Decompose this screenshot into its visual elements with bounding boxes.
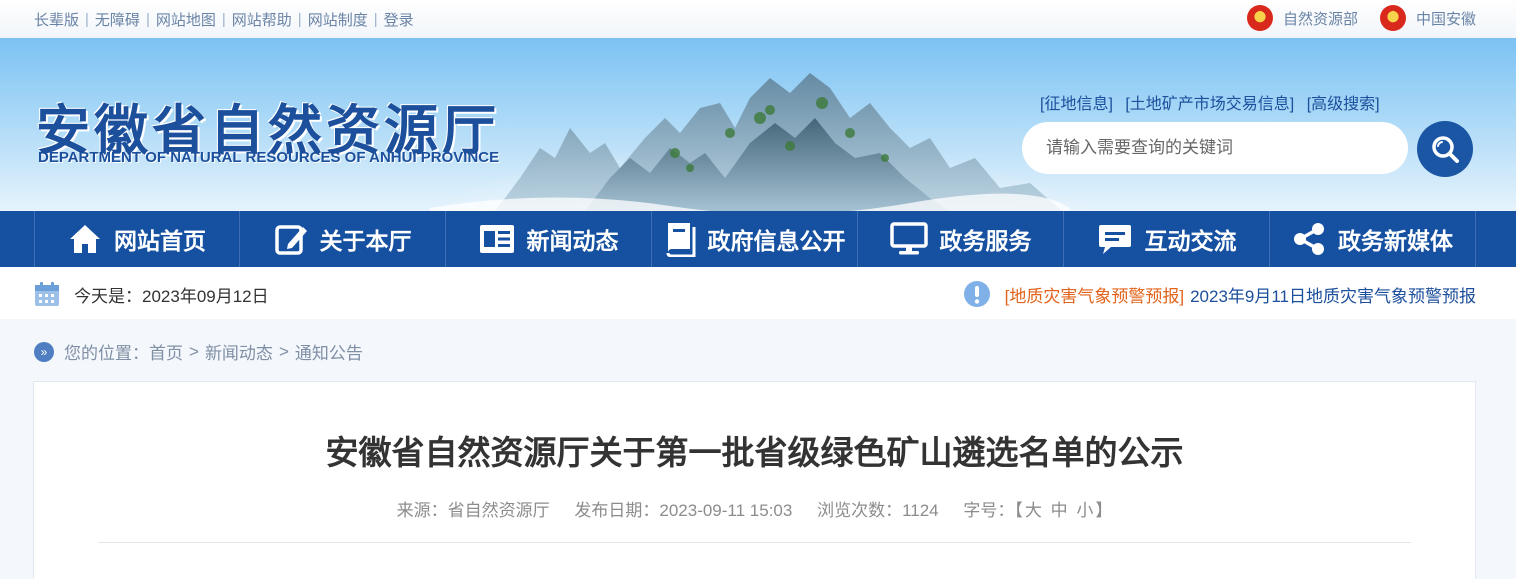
- font-size-controls: 字号：【大 中 小】: [963, 501, 1112, 520]
- warning-link[interactable]: 2023年9月11日地质灾害气象预警预报: [1190, 282, 1476, 307]
- breadcrumb-news[interactable]: 新闻动态: [205, 339, 273, 364]
- nav-item-gov-info[interactable]: 政府信息公开: [652, 211, 858, 267]
- chat-icon: [1098, 225, 1131, 254]
- top-bar: 长辈版 | 无障碍 | 网站地图 | 网站帮助 | 网站制度 | 登录 自然资源…: [0, 0, 1516, 38]
- nav-item-label: 政务服务: [939, 228, 1032, 254]
- font-size-large[interactable]: 大: [1025, 501, 1042, 520]
- nav-item-new-media[interactable]: 政务新媒体: [1270, 211, 1476, 267]
- article-views: 浏览次数：1124: [817, 501, 939, 520]
- search-icon: [1432, 136, 1459, 163]
- article-date: 发布日期：2023-09-11 15:03: [574, 501, 793, 520]
- divider: [98, 542, 1411, 543]
- breadcrumb-separator: >: [189, 341, 199, 361]
- nav-item-label: 互动交流: [1144, 228, 1237, 254]
- help-link[interactable]: 网站帮助: [232, 9, 292, 30]
- china-anhui-label: 中国安徽: [1415, 10, 1476, 28]
- mnr-label: 自然资源部: [1282, 10, 1358, 28]
- login-link[interactable]: 登录: [384, 9, 414, 30]
- exclamation-icon: [963, 281, 990, 307]
- national-emblem-icon: [1379, 5, 1406, 31]
- date-text: 今天是：2023年09月12日: [74, 286, 269, 306]
- nav-item-interaction[interactable]: 互动交流: [1064, 211, 1270, 267]
- quick-links: [征地信息] [土地矿产市场交易信息] [高级搜索]: [1040, 90, 1388, 114]
- top-links: 长辈版 | 无障碍 | 网站地图 | 网站帮助 | 网站制度 | 登录: [34, 9, 414, 30]
- divider: |: [145, 11, 150, 28]
- accessibility-link[interactable]: 无障碍: [95, 9, 140, 30]
- mountain-scenery-image: [430, 73, 1070, 211]
- header-banner: 安徽省自然资源厅 DEPARTMENT OF NATURAL RESOURCES…: [0, 38, 1516, 211]
- nav-item-label: 政务新媒体: [1338, 228, 1453, 254]
- nav-item-label: 新闻动态: [526, 228, 619, 254]
- mnr-link[interactable]: 自然资源部: [1246, 5, 1358, 31]
- nav-item-home[interactable]: 网站首页: [34, 211, 240, 267]
- home-icon: [70, 225, 100, 253]
- warning-notice[interactable]: [地质灾害气象预警预报] 2023年9月11日地质灾害气象预警预报: [963, 280, 1476, 308]
- article-title: 安徽省自然资源厅关于第一批省级绿色矿山遴选名单的公示: [325, 434, 1184, 471]
- nav-item-label: 关于本厅: [319, 228, 412, 254]
- sitemap-link[interactable]: 网站地图: [156, 9, 216, 30]
- search-button[interactable]: [1417, 121, 1473, 177]
- share-icon: [1294, 223, 1324, 255]
- site-policy-link[interactable]: 网站制度: [308, 9, 368, 30]
- divider: |: [297, 11, 302, 28]
- nav-item-label: 网站首页: [114, 228, 206, 254]
- advanced-search-link[interactable]: [高级搜索]: [1307, 96, 1380, 113]
- breadcrumb: » 您的位置： 首页 > 新闻动态 > 通知公告: [34, 339, 363, 364]
- elder-version-link[interactable]: 长辈版: [34, 9, 79, 30]
- land-mineral-market-link[interactable]: [土地矿产市场交易信息]: [1125, 96, 1294, 113]
- nav-item-label: 政府信息公开: [707, 228, 846, 254]
- land-acquisition-link[interactable]: [征地信息]: [1040, 96, 1113, 113]
- monitor-icon: [889, 222, 928, 255]
- china-anhui-link[interactable]: 中国安徽: [1379, 5, 1476, 31]
- double-chevron-icon: »: [34, 341, 54, 362]
- divider: |: [221, 11, 226, 28]
- site-logo-subtitle: DEPARTMENT OF NATURAL RESOURCES OF ANHUI…: [38, 149, 500, 166]
- font-size-label: 字号：: [963, 501, 1015, 520]
- current-date: 今天是：2023年09月12日: [34, 281, 269, 307]
- nav-item-about[interactable]: 关于本厅: [240, 211, 446, 267]
- divider: |: [85, 11, 89, 28]
- font-size-medium[interactable]: 中: [1051, 501, 1068, 520]
- main-nav: 网站首页 关于本厅 新闻动态 政府信息公开 政务服务 互动交流 政务新媒体: [0, 211, 1516, 267]
- news-icon: [479, 225, 514, 253]
- article-source: 来源：省自然资源厅: [396, 501, 550, 520]
- divider: |: [373, 11, 378, 28]
- book-icon: [666, 223, 695, 257]
- top-right-links: 自然资源部 中国安徽: [1225, 5, 1476, 31]
- font-size-small[interactable]: 小: [1076, 501, 1093, 520]
- font-size-bracket: 【: [1014, 501, 1023, 520]
- article-meta: 来源：省自然资源厅 发布日期：2023-09-11 15:03 浏览次数：112…: [34, 496, 1475, 521]
- nav-item-news[interactable]: 新闻动态: [446, 211, 652, 267]
- info-bar: 今天是：2023年09月12日 [地质灾害气象预警预报] 2023年9月11日地…: [0, 267, 1516, 319]
- edit-icon: [274, 225, 307, 255]
- font-size-bracket: 】: [1095, 501, 1113, 520]
- article-panel: 安徽省自然资源厅关于第一批省级绿色矿山遴选名单的公示 来源：省自然资源厅 发布日…: [33, 381, 1476, 579]
- breadcrumb-notices[interactable]: 通知公告: [295, 339, 363, 364]
- breadcrumb-home[interactable]: 首页: [149, 339, 183, 364]
- warning-tag[interactable]: [地质灾害气象预警预报]: [1005, 282, 1184, 307]
- breadcrumb-separator: >: [278, 341, 289, 361]
- national-emblem-icon: [1246, 5, 1273, 31]
- calendar-icon: [35, 282, 59, 306]
- nav-item-gov-services[interactable]: 政务服务: [858, 211, 1064, 267]
- breadcrumb-prefix: 您的位置：: [64, 344, 149, 363]
- search-input[interactable]: [1022, 122, 1408, 174]
